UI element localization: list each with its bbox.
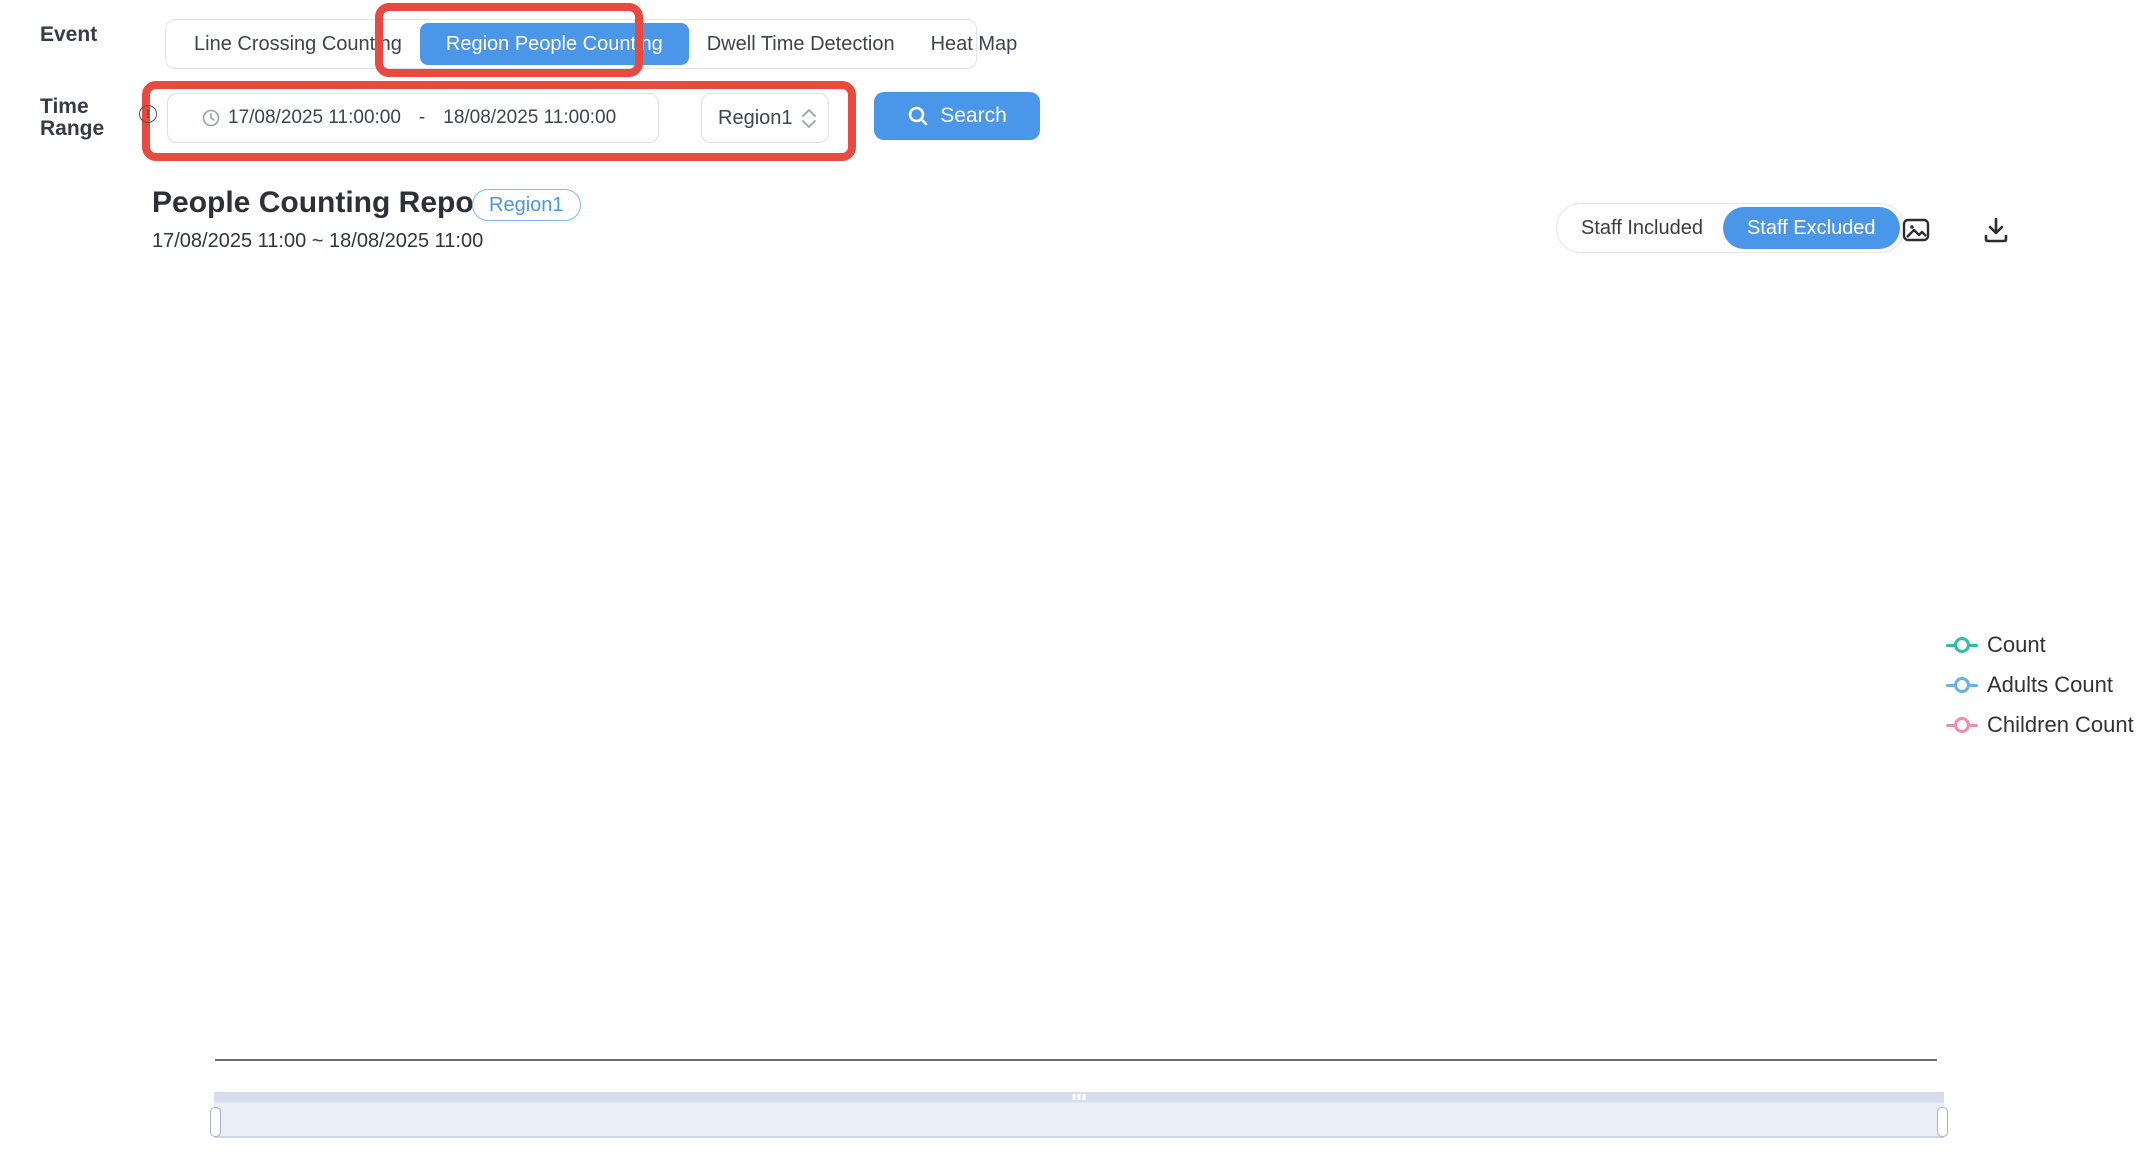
info-icon: ! [139,105,157,123]
tab-heat-map[interactable]: Heat Map [913,23,1036,65]
date-range-start: 17/08/2025 11:00:00 [228,107,401,129]
region-spinner [802,109,816,128]
download-button[interactable] [1982,216,2010,244]
tab-dwell-time-detection[interactable]: Dwell Time Detection [689,23,913,65]
legend-marker-adults [1946,677,1978,693]
tab-region-people-counting[interactable]: Region People Counting [420,23,689,65]
staff-excluded-option[interactable]: Staff Excluded [1723,207,1900,249]
datazoom-grip-icon[interactable] [1073,1094,1086,1100]
legend-item-children-count[interactable]: Children Count [1946,713,2134,737]
datazoom-slider[interactable] [214,1092,1944,1139]
report-time-range: 17/08/2025 11:00 ~ 18/08/2025 11:00 [152,230,483,253]
datazoom-top-strip[interactable] [214,1092,1944,1102]
page-title: People Counting Report [152,186,495,220]
datazoom-right-handle[interactable] [1937,1107,1948,1137]
legend-label: Children Count [1987,712,2134,738]
search-icon [907,105,929,127]
search-button[interactable]: Search [874,92,1040,140]
legend-label: Adults Count [1987,672,2113,698]
event-label: Event [40,24,97,46]
clock-icon [202,109,220,127]
time-range-label-line1: Time [40,96,104,118]
chart-x-axis-line [215,1059,1937,1061]
time-range-label: Time Range [40,96,104,140]
chart-legend: Count Adults Count Children Count [1946,633,2134,737]
export-image-button[interactable] [1901,215,1931,245]
time-range-label-line2: Range [40,118,104,140]
chevron-down-icon[interactable] [802,120,816,128]
date-range-end: 18/08/2025 11:00:00 [443,107,616,129]
tab-line-crossing-counting[interactable]: Line Crossing Counting [176,23,420,65]
date-range-input[interactable]: 17/08/2025 11:00:00 - 18/08/2025 11:00:0… [167,93,659,143]
search-button-label: Search [940,104,1007,128]
chevron-up-icon[interactable] [802,109,816,117]
legend-item-count[interactable]: Count [1946,633,2134,657]
date-range-separator: - [409,107,435,129]
download-icon [1982,216,2010,244]
image-icon [1901,215,1931,245]
datazoom-selected-range[interactable] [214,1102,1944,1138]
datazoom-left-handle[interactable] [210,1107,221,1137]
legend-label: Count [1987,632,2046,658]
region-select[interactable]: Region1 [701,93,829,143]
region-select-value: Region1 [718,107,802,130]
legend-marker-children [1946,717,1978,733]
staff-included-option[interactable]: Staff Included [1561,207,1723,249]
region-badge: Region1 [472,189,581,221]
legend-item-adults-count[interactable]: Adults Count [1946,673,2134,697]
legend-marker-count [1946,637,1978,653]
event-tabs: Line Crossing Counting Region People Cou… [165,19,977,69]
staff-toggle: Staff Included Staff Excluded [1556,203,1905,253]
